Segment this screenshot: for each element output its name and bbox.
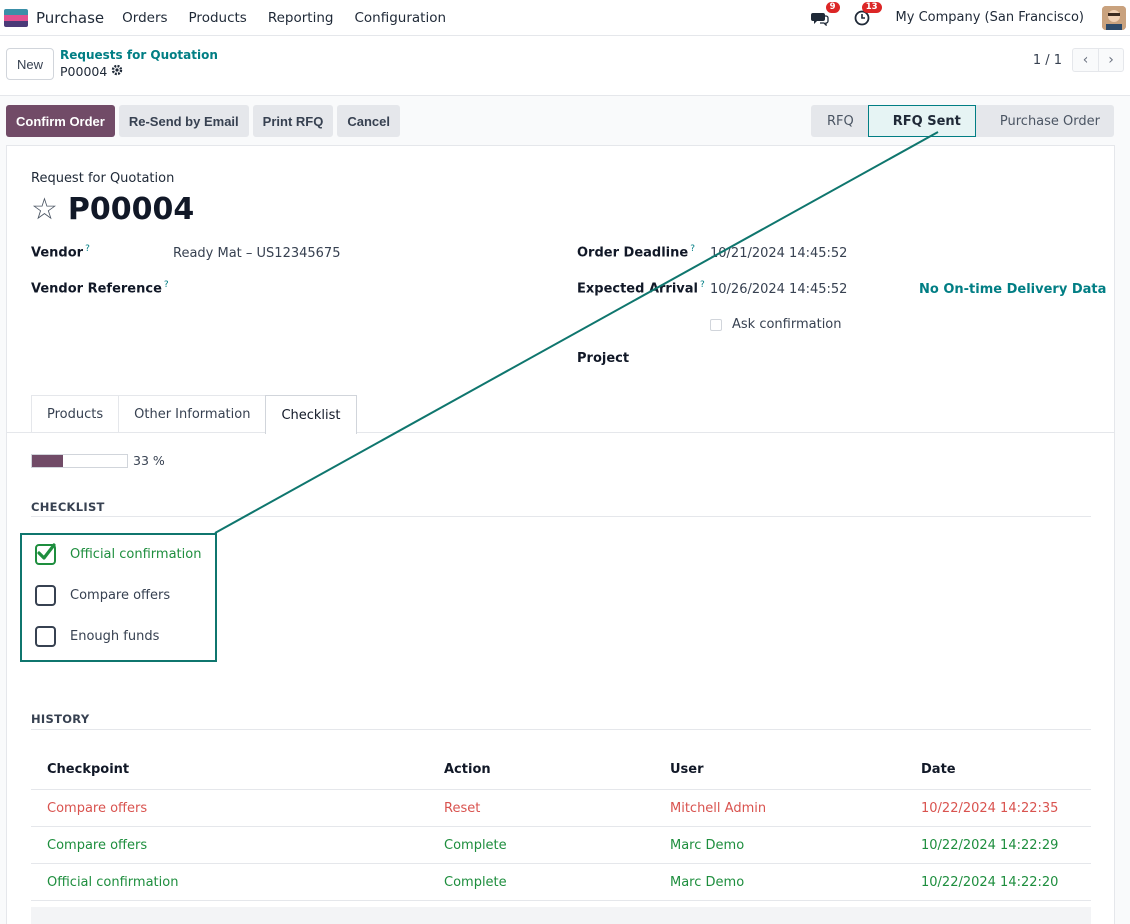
- menu-products[interactable]: Products: [189, 10, 247, 26]
- cell-checkpoint: Compare offers: [47, 837, 148, 853]
- activities-clock-icon[interactable]: 13: [852, 1, 882, 28]
- history-section-divider: [31, 729, 1091, 730]
- column-date[interactable]: Date: [921, 762, 1091, 777]
- vendor-reference-label-text: Vendor Reference: [31, 281, 162, 297]
- title-row: ☆ P00004: [31, 192, 194, 227]
- cell-date: 10/22/2024 14:22:35: [921, 800, 1059, 816]
- table-row[interactable]: Official confirmation Complete Marc Demo…: [31, 864, 1091, 901]
- stage-purchase-order[interactable]: Purchase Order: [975, 105, 1114, 137]
- cell-user: Mitchell Admin: [670, 800, 767, 816]
- status-bar: RFQ RFQ Sent Purchase Order: [811, 105, 1114, 137]
- column-checkpoint[interactable]: Checkpoint: [31, 762, 444, 777]
- vendor-reference-help-icon[interactable]: ?: [164, 280, 169, 290]
- stage-rfq[interactable]: RFQ: [811, 105, 868, 137]
- expected-arrival-field[interactable]: 10/26/2024 14:45:52: [710, 282, 847, 297]
- table-footer: [31, 907, 1091, 924]
- table-row[interactable]: Compare offers Complete Marc Demo 10/22/…: [31, 827, 1091, 864]
- table-row[interactable]: Compare offers Reset Mitchell Admin 10/2…: [31, 790, 1091, 827]
- cell-date: 10/22/2024 14:22:20: [921, 874, 1059, 890]
- tab-checklist[interactable]: Checklist: [265, 395, 357, 434]
- pager: 1 / 1 ‹ ›: [1033, 48, 1124, 72]
- cell-date: 10/22/2024 14:22:29: [921, 837, 1059, 853]
- breadcrumb-current-label: P00004: [60, 64, 108, 79]
- cell-user: Marc Demo: [670, 837, 745, 853]
- star-icon[interactable]: ☆: [31, 194, 58, 225]
- vendor-reference-label: Vendor Reference?: [31, 280, 169, 296]
- breadcrumb-current: P00004: [60, 64, 123, 79]
- expected-arrival-label: Expected Arrival?: [577, 280, 705, 296]
- history-table-header: Checkpoint Action User Date: [31, 750, 1091, 790]
- cell-checkpoint: Compare offers: [47, 800, 148, 816]
- menu-reporting[interactable]: Reporting: [268, 10, 334, 26]
- cell-action: Complete: [444, 837, 507, 853]
- ask-confirmation-checkbox[interactable]: [710, 318, 722, 331]
- stage-purchase-order-label: Purchase Order: [999, 113, 1100, 129]
- purchase-app-icon[interactable]: [4, 8, 28, 27]
- vendor-help-icon[interactable]: ?: [85, 244, 90, 254]
- ask-confirmation-label: Ask confirmation: [732, 317, 842, 332]
- menu-configuration[interactable]: Configuration: [354, 10, 446, 26]
- pager-previous-icon[interactable]: ‹: [1072, 48, 1098, 72]
- checklist-progress: 33 %: [31, 453, 165, 468]
- order-deadline-label: Order Deadline?: [577, 244, 695, 260]
- form-action-buttons: Confirm Order Re-Send by Email Print RFQ…: [6, 105, 400, 137]
- messages-icon[interactable]: 9: [810, 1, 840, 28]
- main-menu: Orders Products Reporting Configuration: [122, 10, 446, 26]
- progress-bar-fill: [32, 454, 64, 467]
- expected-arrival-label-text: Expected Arrival: [577, 281, 698, 297]
- ask-confirmation: Ask confirmation: [710, 317, 842, 332]
- cell-checkpoint: Official confirmation: [47, 874, 179, 890]
- top-navbar: Purchase Orders Products Reporting Confi…: [0, 0, 1130, 36]
- stage-rfq-sent-label: RFQ Sent: [892, 113, 961, 129]
- stage-rfq-label: RFQ: [827, 113, 854, 129]
- order-deadline-help-icon[interactable]: ?: [690, 244, 695, 254]
- resend-email-button[interactable]: Re-Send by Email: [118, 105, 249, 137]
- checklist-section-title: CHECKLIST: [31, 500, 105, 514]
- record-type-label: Request for Quotation: [31, 171, 175, 186]
- expected-arrival-help-icon[interactable]: ?: [700, 280, 705, 290]
- history-section-title: HISTORY: [31, 712, 90, 726]
- activities-badge: 13: [861, 1, 882, 13]
- tab-products[interactable]: Products: [31, 395, 120, 433]
- ontime-delivery-link[interactable]: No On-time Delivery Data: [919, 282, 1106, 297]
- messages-badge: 9: [825, 1, 840, 13]
- navbar-systray: 9 13 My Company (San Francisco): [810, 1, 1126, 30]
- control-panel: New Requests for Quotation P00004 1 / 1 …: [0, 36, 1130, 96]
- pager-buttons: ‹ ›: [1072, 48, 1124, 72]
- vendor-label: Vendor?: [31, 244, 90, 260]
- order-deadline-field[interactable]: 10/21/2024 14:45:52: [710, 246, 847, 261]
- confirm-order-button[interactable]: Confirm Order: [6, 105, 115, 137]
- column-action[interactable]: Action: [444, 762, 670, 777]
- app-name[interactable]: Purchase: [36, 9, 104, 27]
- user-avatar[interactable]: [1102, 5, 1126, 30]
- print-rfq-button[interactable]: Print RFQ: [252, 105, 334, 137]
- form-sheet: Request for Quotation ☆ P00004 Vendor? R…: [6, 145, 1115, 924]
- progress-text: 33 %: [133, 453, 165, 468]
- breadcrumb-parent[interactable]: Requests for Quotation: [60, 48, 218, 62]
- notebook-tabs: Products Other Information Checklist: [31, 395, 357, 434]
- cell-action: Reset: [444, 800, 481, 816]
- pager-next-icon[interactable]: ›: [1098, 48, 1124, 72]
- gear-icon[interactable]: [111, 64, 123, 79]
- tab-divider: [7, 432, 1114, 433]
- annotation-highlight-box: [20, 533, 217, 662]
- record-title: P00004: [67, 192, 195, 227]
- checklist-section-divider: [31, 516, 1091, 517]
- vendor-field[interactable]: Ready Mat – US12345675: [173, 246, 340, 261]
- progress-bar: [31, 453, 128, 468]
- cancel-button[interactable]: Cancel: [337, 105, 400, 137]
- vendor-label-text: Vendor: [31, 245, 84, 261]
- project-label: Project: [577, 351, 630, 366]
- cell-user: Marc Demo: [670, 874, 745, 890]
- cell-action: Complete: [444, 874, 507, 890]
- column-user[interactable]: User: [670, 762, 921, 777]
- new-button[interactable]: New: [6, 48, 54, 80]
- history-table: Checkpoint Action User Date Compare offe…: [31, 750, 1091, 901]
- stage-rfq-sent[interactable]: RFQ Sent: [867, 105, 976, 137]
- pager-value[interactable]: 1 / 1: [1033, 53, 1062, 68]
- company-switcher[interactable]: My Company (San Francisco): [896, 10, 1084, 25]
- menu-orders[interactable]: Orders: [122, 10, 167, 26]
- order-deadline-label-text: Order Deadline: [577, 245, 689, 261]
- tab-other-information[interactable]: Other Information: [118, 395, 267, 433]
